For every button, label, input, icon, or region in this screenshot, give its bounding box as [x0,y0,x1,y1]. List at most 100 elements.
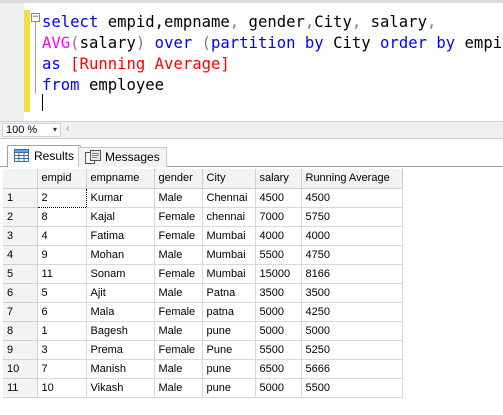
cell-salary[interactable]: 3500 [255,283,302,303]
cell-empid[interactable]: 8 [37,207,87,227]
cell-empname[interactable]: Sonam [86,264,155,284]
row-header[interactable]: 10 [3,359,38,379]
column-header-running-average[interactable]: Running Average [301,169,403,189]
cell-city[interactable]: Mumbai [202,245,256,265]
row-header[interactable]: 11 [3,378,38,398]
cell-city[interactable]: pune [202,321,256,341]
cell-salary[interactable]: 5000 [255,321,302,341]
table-row[interactable]: 2 8 Kajal Female chennai 7000 5750 [3,207,403,227]
column-header-empname[interactable]: empname [86,169,155,189]
column-header-city[interactable]: City [202,169,256,189]
cell-running-average[interactable]: 8166 [301,264,403,284]
cell-running-average[interactable]: 4000 [301,226,403,246]
cell-city[interactable]: Patna [202,283,256,303]
cell-empname[interactable]: Kumar [86,188,155,208]
cell-empname[interactable]: Mohan [86,245,155,265]
cell-running-average[interactable]: 3500 [301,283,403,303]
cell-running-average[interactable]: 4250 [301,302,403,322]
cell-empname[interactable]: Ajit [86,283,155,303]
cell-running-average[interactable]: 5000 [301,321,403,341]
row-header[interactable]: 8 [3,321,38,341]
cell-running-average[interactable]: 5500 [301,378,403,398]
column-header-salary[interactable]: salary [255,169,302,189]
cell-empid[interactable]: 2 [36,187,87,208]
cell-gender[interactable]: Male [154,321,203,341]
cell-gender[interactable]: Male [154,378,203,398]
column-header-empid[interactable]: empid [37,169,87,189]
zoom-dropdown[interactable]: 100 % ▾ [2,123,61,137]
cell-salary[interactable]: 5000 [255,378,302,398]
cell-empname[interactable]: Mala [86,302,155,322]
cell-running-average[interactable]: 5750 [301,207,403,227]
cell-salary[interactable]: 6500 [255,359,302,379]
cell-empid[interactable]: 1 [37,321,87,341]
cell-empname[interactable]: Fatima [86,226,155,246]
cell-city[interactable]: Mumbai [202,226,256,246]
collapse-outline-icon[interactable]: − [31,13,40,22]
cell-city[interactable]: Pune [202,340,256,360]
cell-city[interactable]: chennai [202,207,256,227]
sql-code[interactable]: select empid,empname, gender,City, salar… [42,12,503,96]
cell-empid[interactable]: 5 [37,283,87,303]
cell-empname[interactable]: Manish [86,359,155,379]
cell-salary[interactable]: 4000 [255,226,302,246]
query-editor[interactable]: − select empid,empname, gender,City, sal… [0,0,503,121]
cell-city[interactable]: patna [202,302,256,322]
table-row[interactable]: 1 2 Kumar Male Chennai 4500 4500 [3,187,403,208]
cell-running-average[interactable]: 5666 [301,359,403,379]
cell-empid[interactable]: 7 [37,359,87,379]
cell-gender[interactable]: Female [154,264,203,284]
scroll-left-icon[interactable]: ‹ [66,123,70,135]
cell-gender[interactable]: Female [154,226,203,246]
cell-salary[interactable]: 5000 [255,302,302,322]
row-header[interactable]: 5 [3,264,38,284]
cell-gender[interactable]: Female [154,207,203,227]
cell-city[interactable]: Mumbai [202,264,256,284]
cell-gender[interactable]: Male [154,283,203,303]
cell-city[interactable]: pune [202,378,256,398]
cell-gender[interactable]: Female [154,302,203,322]
tab-messages[interactable]: Messages [78,147,167,167]
cell-empname[interactable]: Vikash [86,378,155,398]
column-header-gender[interactable]: gender [154,169,203,189]
cell-salary[interactable]: 15000 [255,264,302,284]
chevron-down-icon[interactable]: ▾ [53,124,57,136]
cell-gender[interactable]: Male [154,245,203,265]
cell-empname[interactable]: Prema [86,340,155,360]
cell-salary[interactable]: 4500 [255,188,302,208]
cell-empid[interactable]: 3 [37,340,87,360]
row-header[interactable]: 3 [3,226,38,246]
cell-running-average[interactable]: 5250 [301,340,403,360]
cell-running-average[interactable]: 4750 [301,245,403,265]
cell-city[interactable]: Chennai [202,188,256,208]
row-header[interactable]: 7 [3,302,38,322]
table-row[interactable]: 5 11 Sonam Female Mumbai 15000 8166 [3,264,403,284]
table-row[interactable]: 11 10 Vikash Male pune 5000 5500 [3,378,403,398]
cell-empid[interactable]: 9 [37,245,87,265]
grid-corner[interactable] [3,169,38,189]
cell-empid[interactable]: 11 [37,264,87,284]
cell-gender[interactable]: Female [154,340,203,360]
row-header[interactable]: 2 [3,207,38,227]
cell-empid[interactable]: 6 [37,302,87,322]
cell-salary[interactable]: 7000 [255,207,302,227]
cell-city[interactable]: pune [202,359,256,379]
table-row[interactable]: 8 1 Bagesh Male pune 5000 5000 [3,321,403,341]
cell-gender[interactable]: Male [154,359,203,379]
table-row[interactable]: 10 7 Manish Male pune 6500 5666 [3,359,403,379]
cell-empname[interactable]: Bagesh [86,321,155,341]
table-row[interactable]: 9 3 Prema Female Pune 5500 5250 [3,340,403,360]
row-header[interactable]: 1 [3,188,38,208]
table-row[interactable]: 4 9 Mohan Male Mumbai 5500 4750 [3,245,403,265]
cell-empid[interactable]: 4 [37,226,87,246]
row-header[interactable]: 6 [3,283,38,303]
table-row[interactable]: 6 5 Ajit Male Patna 3500 3500 [3,283,403,303]
cell-empid[interactable]: 10 [37,378,87,398]
tab-results[interactable]: Results [7,145,82,167]
cell-empname[interactable]: Kajal [86,207,155,227]
row-header[interactable]: 9 [3,340,38,360]
cell-running-average[interactable]: 4500 [301,188,403,208]
cell-salary[interactable]: 5500 [255,340,302,360]
row-header[interactable]: 4 [3,245,38,265]
cell-gender[interactable]: Male [154,188,203,208]
